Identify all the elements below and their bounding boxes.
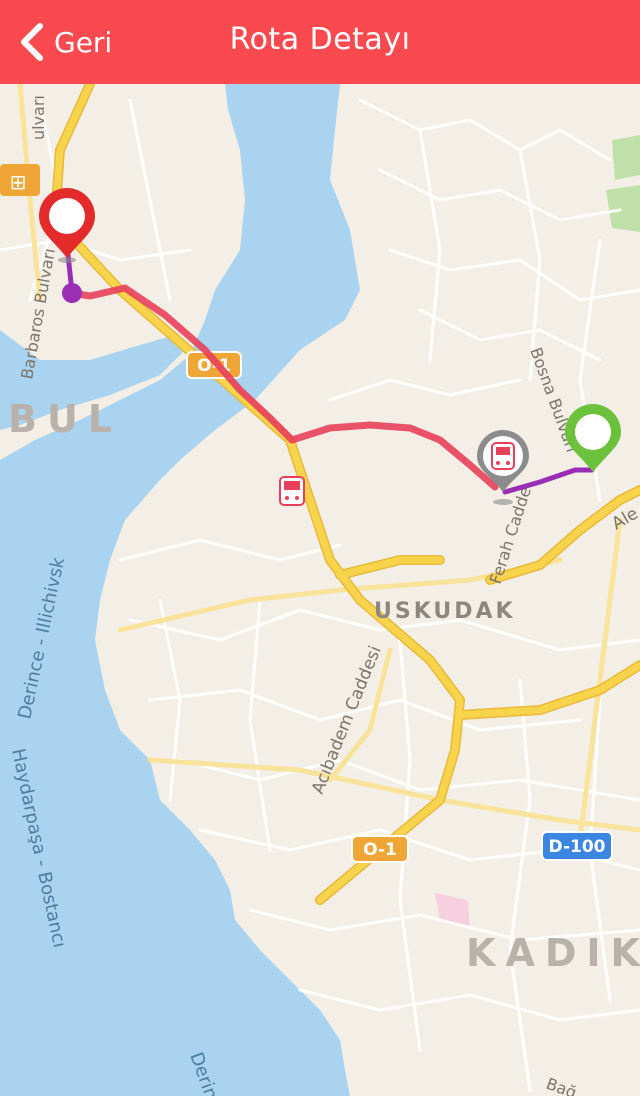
park-area — [612, 135, 640, 180]
map-canvas[interactable]: BUL USKUDAK KADIK Barbaros Bulvarı Bosna… — [0, 84, 640, 1096]
page-title: Rota Detayı — [229, 22, 411, 57]
street-label: ulvarı — [29, 95, 48, 140]
district-label: USKUDAK — [374, 599, 516, 624]
district-label: KADIK — [466, 931, 640, 975]
road-shield: D-100 — [541, 831, 613, 861]
rail-station-icon: ⊞ — [0, 164, 40, 196]
svg-text:⊞: ⊞ — [10, 170, 27, 194]
route-waypoint — [62, 283, 82, 303]
svg-text:O-1: O-1 — [363, 840, 397, 860]
svg-text:D-100: D-100 — [549, 837, 606, 857]
navigation-bar: Geri Rota Detayı — [0, 0, 640, 84]
bus-icon — [491, 442, 515, 470]
bus-icon[interactable] — [279, 476, 305, 506]
route-map[interactable]: BUL USKUDAK KADIK Barbaros Bulvarı Bosna… — [0, 84, 640, 1096]
road-shield: O-1 — [351, 835, 409, 863]
district-label: BUL — [8, 397, 122, 441]
